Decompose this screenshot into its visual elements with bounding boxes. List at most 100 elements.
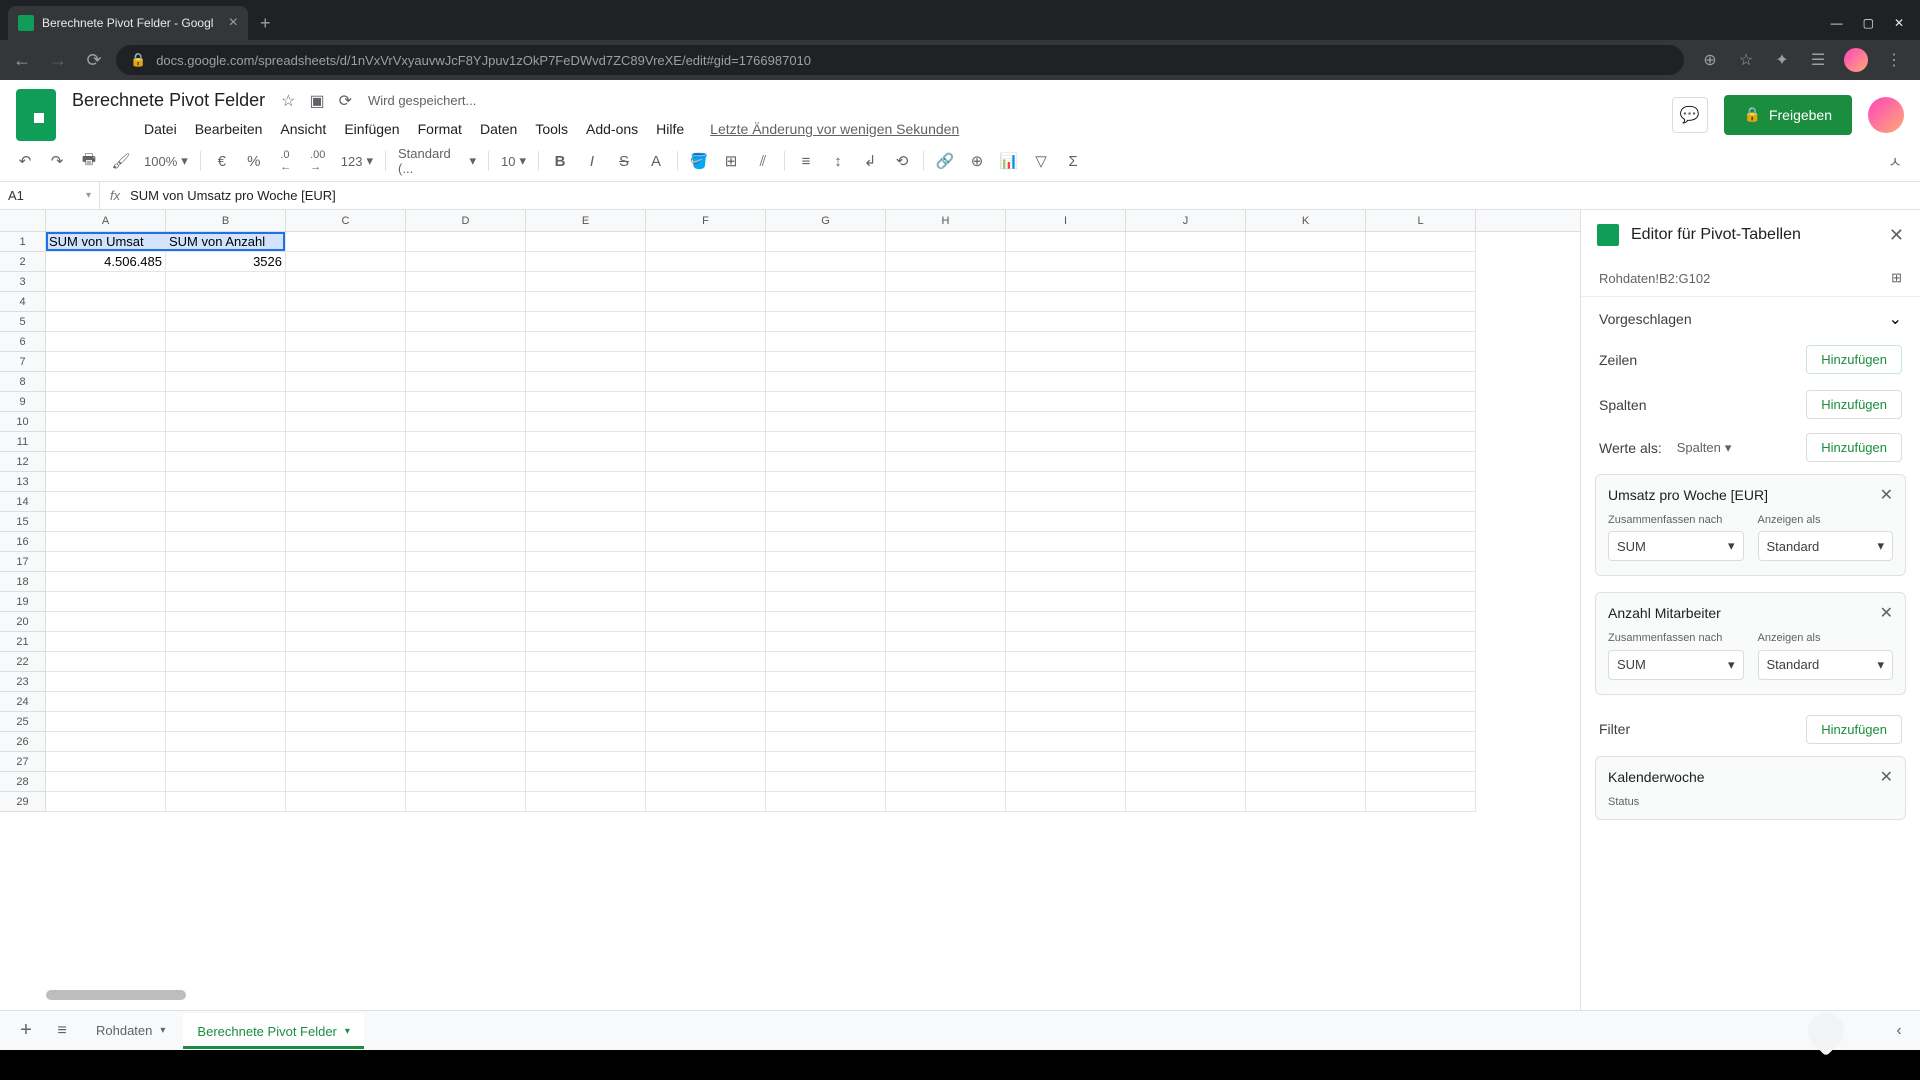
reading-list-icon[interactable]: ☰ bbox=[1808, 50, 1828, 70]
cell[interactable] bbox=[166, 452, 286, 472]
cell[interactable] bbox=[886, 752, 1006, 772]
show-as-dropdown[interactable]: Standard▾ bbox=[1758, 531, 1894, 561]
cell[interactable] bbox=[1006, 272, 1126, 292]
cell[interactable] bbox=[526, 632, 646, 652]
add-values-button[interactable]: Hinzufügen bbox=[1806, 433, 1902, 462]
cell[interactable] bbox=[766, 392, 886, 412]
column-header[interactable]: F bbox=[646, 210, 766, 231]
cell[interactable] bbox=[766, 572, 886, 592]
row-header[interactable]: 19 bbox=[0, 592, 46, 612]
cell[interactable] bbox=[1246, 732, 1366, 752]
cell[interactable] bbox=[46, 512, 166, 532]
cell[interactable] bbox=[46, 432, 166, 452]
cell[interactable] bbox=[766, 552, 886, 572]
cell[interactable] bbox=[46, 532, 166, 552]
cell[interactable] bbox=[646, 292, 766, 312]
cell[interactable] bbox=[166, 472, 286, 492]
cell[interactable] bbox=[1366, 392, 1476, 412]
row-header[interactable]: 16 bbox=[0, 532, 46, 552]
browser-tab[interactable]: Berechnete Pivot Felder - Googl × bbox=[8, 6, 248, 40]
row-header[interactable]: 12 bbox=[0, 452, 46, 472]
cell[interactable] bbox=[406, 612, 526, 632]
cell[interactable] bbox=[886, 732, 1006, 752]
cell[interactable] bbox=[1366, 432, 1476, 452]
profile-avatar[interactable] bbox=[1844, 48, 1868, 72]
cell[interactable] bbox=[526, 272, 646, 292]
cell[interactable] bbox=[526, 452, 646, 472]
cell[interactable] bbox=[1366, 332, 1476, 352]
cell[interactable] bbox=[1126, 512, 1246, 532]
account-avatar[interactable] bbox=[1868, 97, 1904, 133]
cell[interactable] bbox=[646, 392, 766, 412]
cell[interactable] bbox=[1246, 292, 1366, 312]
cell[interactable] bbox=[526, 792, 646, 812]
cell[interactable] bbox=[766, 652, 886, 672]
row-header[interactable]: 23 bbox=[0, 672, 46, 692]
cell[interactable] bbox=[1366, 532, 1476, 552]
cell[interactable] bbox=[406, 352, 526, 372]
cell[interactable] bbox=[1006, 752, 1126, 772]
cell[interactable] bbox=[406, 732, 526, 752]
cell[interactable] bbox=[1126, 492, 1246, 512]
cell[interactable] bbox=[1246, 352, 1366, 372]
cell[interactable] bbox=[286, 632, 406, 652]
cell[interactable] bbox=[646, 552, 766, 572]
cell[interactable] bbox=[766, 432, 886, 452]
cell[interactable] bbox=[526, 352, 646, 372]
close-tab-icon[interactable]: × bbox=[229, 14, 238, 32]
cell[interactable] bbox=[406, 752, 526, 772]
cell[interactable] bbox=[526, 312, 646, 332]
add-sheet-button[interactable]: + bbox=[10, 1015, 42, 1047]
cell[interactable] bbox=[166, 392, 286, 412]
cell[interactable] bbox=[526, 672, 646, 692]
row-header[interactable]: 1 bbox=[0, 232, 46, 252]
cell[interactable] bbox=[886, 452, 1006, 472]
cell[interactable] bbox=[526, 752, 646, 772]
cell[interactable] bbox=[1246, 752, 1366, 772]
formula-content[interactable]: SUM von Umsatz pro Woche [EUR] bbox=[130, 188, 336, 203]
cell[interactable] bbox=[526, 772, 646, 792]
url-field[interactable]: 🔒 docs.google.com/spreadsheets/d/1nVxVrV… bbox=[116, 45, 1684, 75]
cell[interactable] bbox=[526, 692, 646, 712]
cell[interactable] bbox=[166, 412, 286, 432]
cell[interactable] bbox=[286, 452, 406, 472]
cell[interactable] bbox=[1006, 792, 1126, 812]
cell[interactable] bbox=[1006, 452, 1126, 472]
cell[interactable] bbox=[1366, 612, 1476, 632]
cell[interactable] bbox=[166, 352, 286, 372]
cell[interactable] bbox=[46, 352, 166, 372]
cell[interactable] bbox=[1126, 332, 1246, 352]
cell[interactable] bbox=[1006, 712, 1126, 732]
functions-button[interactable]: Σ bbox=[1058, 147, 1088, 175]
cell[interactable] bbox=[1006, 632, 1126, 652]
cell[interactable] bbox=[526, 512, 646, 532]
cell[interactable] bbox=[646, 512, 766, 532]
reload-button[interactable]: ⟳ bbox=[80, 46, 108, 74]
cell[interactable] bbox=[286, 332, 406, 352]
cell[interactable] bbox=[1246, 712, 1366, 732]
cell[interactable] bbox=[766, 272, 886, 292]
cell[interactable] bbox=[646, 712, 766, 732]
cell[interactable] bbox=[46, 492, 166, 512]
cell[interactable] bbox=[886, 412, 1006, 432]
print-button[interactable]: 🖶 bbox=[74, 147, 104, 175]
cell[interactable] bbox=[646, 632, 766, 652]
cell[interactable] bbox=[1246, 232, 1366, 252]
cell[interactable] bbox=[166, 772, 286, 792]
undo-button[interactable]: ↶ bbox=[10, 147, 40, 175]
cell[interactable] bbox=[286, 592, 406, 612]
column-header[interactable]: C bbox=[286, 210, 406, 231]
cell[interactable] bbox=[646, 372, 766, 392]
cell[interactable] bbox=[886, 532, 1006, 552]
row-header[interactable]: 11 bbox=[0, 432, 46, 452]
explore-button[interactable] bbox=[1801, 1005, 1852, 1056]
cell[interactable] bbox=[46, 452, 166, 472]
name-box[interactable]: A1▾ bbox=[0, 182, 100, 209]
all-sheets-button[interactable]: ≡ bbox=[46, 1015, 78, 1047]
cell[interactable] bbox=[1006, 352, 1126, 372]
row-header[interactable]: 25 bbox=[0, 712, 46, 732]
cell[interactable] bbox=[646, 272, 766, 292]
cell[interactable] bbox=[46, 392, 166, 412]
cell[interactable] bbox=[646, 352, 766, 372]
cell[interactable] bbox=[526, 232, 646, 252]
